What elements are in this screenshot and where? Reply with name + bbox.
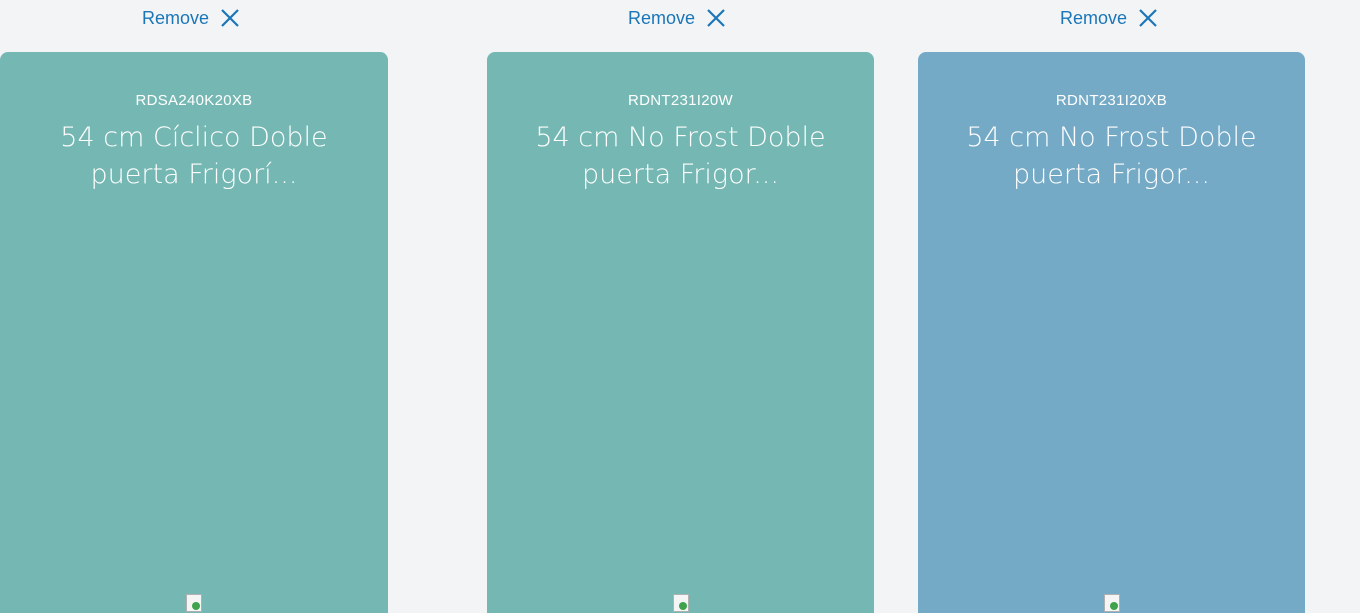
close-icon[interactable] [705, 7, 727, 29]
broken-image-icon [672, 594, 689, 612]
product-title[interactable]: 54 cm No Frost Doble puerta Frigor... [531, 119, 831, 193]
product-card[interactable]: RDNT231I20XB 54 cm No Frost Doble puerta… [918, 52, 1305, 613]
comparison-page: Remove RDSA240K20XB 54 cm Cíclico Doble … [0, 0, 1360, 613]
product-title[interactable]: 54 cm No Frost Doble puerta Frigor... [962, 119, 1262, 193]
remove-button[interactable]: Remove [628, 0, 727, 36]
remove-button[interactable]: Remove [1060, 0, 1159, 36]
product-code: RDNT231I20XB [1055, 92, 1168, 109]
remove-label: Remove [1060, 8, 1128, 28]
close-icon[interactable] [1137, 7, 1159, 29]
product-code: RDSA240K20XB [135, 92, 253, 109]
remove-label: Remove [142, 8, 210, 28]
broken-image-icon [1103, 594, 1120, 612]
product-title[interactable]: 54 cm Cíclico Doble puerta Frigorí... [44, 119, 344, 193]
product-card[interactable]: RDNT231I20W 54 cm No Frost Doble puerta … [487, 52, 874, 613]
close-icon[interactable] [219, 7, 241, 29]
remove-label: Remove [628, 8, 696, 28]
broken-image-icon [186, 594, 202, 612]
product-card[interactable]: RDSA240K20XB 54 cm Cíclico Doble puerta … [0, 52, 388, 613]
remove-button[interactable]: Remove [142, 0, 241, 36]
product-code: RDNT231I20W [628, 92, 733, 109]
